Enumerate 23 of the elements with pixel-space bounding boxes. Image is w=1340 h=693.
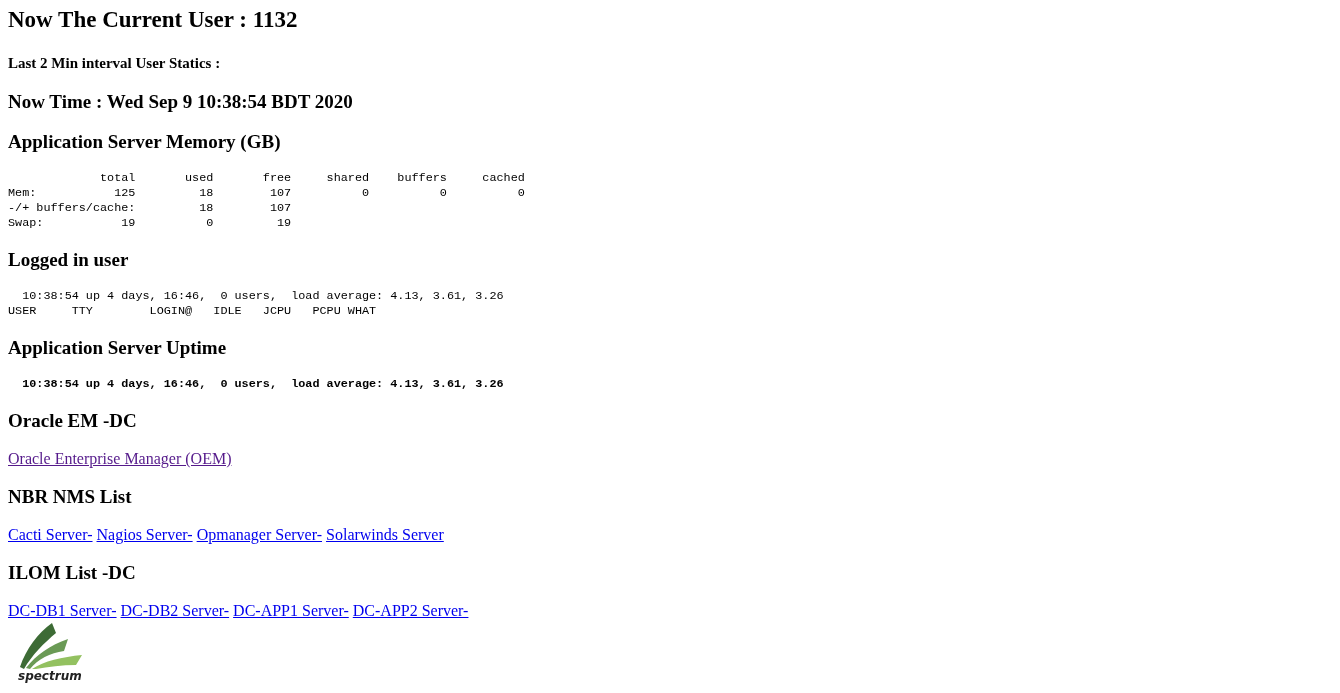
link[interactable]: Solarwinds Server [326, 526, 444, 543]
link[interactable]: Cacti Server- [8, 526, 93, 543]
link[interactable]: DC-APP1 Server- [233, 602, 349, 619]
section-heading: NBR NMS List [8, 486, 132, 508]
link[interactable]: DC-DB2 Server- [120, 602, 230, 619]
link[interactable]: DC-DB1 Server- [8, 602, 117, 619]
section-heading: ILOM List -DC [8, 562, 136, 584]
section-heading: Application Server Memory (GB) [8, 131, 281, 153]
subtitle: Last 2 Min interval User Statics : [8, 54, 221, 72]
link[interactable]: Oracle Enterprise Manager (OEM) [8, 450, 232, 467]
section-heading: Oracle EM -DC [8, 410, 137, 432]
link[interactable]: Opmanager Server- [196, 526, 323, 543]
link[interactable]: Nagios Server- [96, 526, 193, 543]
command-output: total used free shared buffers cached Mem: 125 18 107 0 0 0 -/+ buffers/cache: 18 107 Swap: 19 0 19 [8, 171, 525, 231]
logo-icon [18, 621, 84, 669]
page-title: Now The Current User : 1132 [8, 6, 298, 34]
command-output: 10:38:54 up 4 days, 16:46, 0 users, load average: 4.13, 3.61, 3.26 [21, 377, 504, 392]
section-heading: Application Server Uptime [8, 337, 227, 359]
link[interactable]: DC-APP2 Server- [352, 602, 469, 619]
logo-wordmark: spectrum [18, 669, 82, 683]
command-output: 10:38:54 up 4 days, 16:46, 0 users, load average: 4.13, 3.61, 3.26 USER TTY LOGIN@ IDLE JCPU PCPU WHAT [8, 289, 504, 319]
now-time: Now Time : Wed Sep 9 10:38:54 BDT 2020 [8, 91, 353, 113]
section-heading: Logged in user [8, 249, 129, 271]
